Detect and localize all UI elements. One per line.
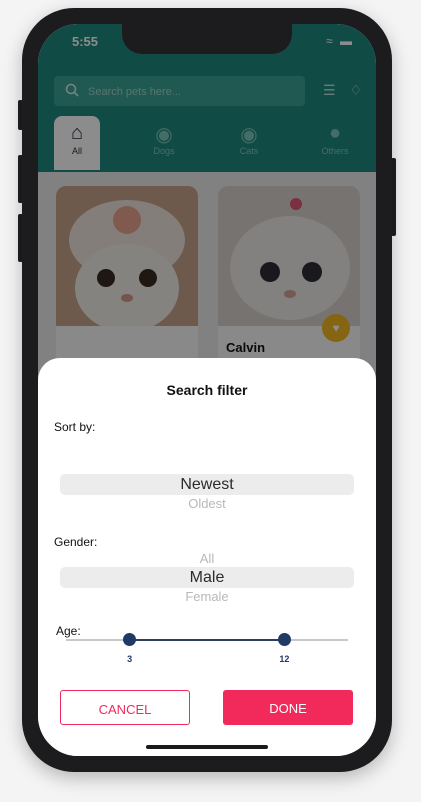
age-slider-range — [129, 639, 285, 641]
sort-picker[interactable]: Newest Oldest — [60, 452, 354, 511]
phone-screen: 5:55 ≈ ▬ ☰ ♢ ⌂ All ◉ Dogs ◉ Cats ● Other… — [38, 24, 376, 756]
filter-sheet: Search filter Sort by: Newest Oldest Gen… — [38, 358, 376, 756]
age-max-handle[interactable] — [277, 633, 291, 646]
age-label: Age: — [56, 624, 81, 638]
gender-label: Gender: — [54, 535, 98, 549]
sort-option-selected[interactable]: Newest — [60, 476, 354, 494]
gender-option-next[interactable]: Female — [60, 589, 354, 604]
sort-label: Sort by: — [54, 420, 96, 434]
sheet-title: Search filter — [166, 382, 248, 398]
notch — [122, 24, 292, 54]
gender-picker[interactable]: All Male Female — [60, 548, 354, 608]
done-button[interactable]: DONE — [223, 690, 353, 725]
gender-option-selected[interactable]: Male — [60, 569, 354, 587]
age-max-value: 12 — [279, 654, 290, 664]
age-min-value: 3 — [127, 654, 133, 664]
sort-option-next[interactable]: Oldest — [60, 496, 354, 511]
home-indicator — [146, 745, 268, 749]
age-slider-track[interactable] — [66, 639, 348, 641]
gender-option-prev[interactable]: All — [60, 551, 354, 566]
cancel-button[interactable]: CANCEL — [60, 690, 190, 725]
age-min-handle[interactable] — [123, 633, 137, 646]
